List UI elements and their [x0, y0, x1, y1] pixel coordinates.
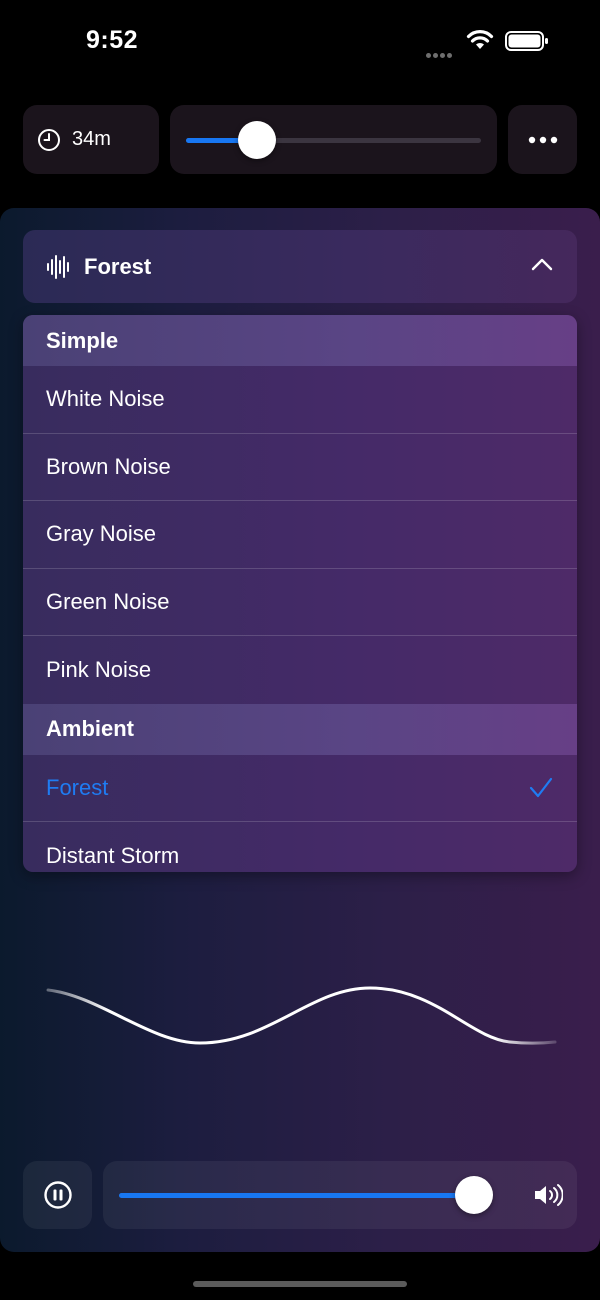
list-item-forest[interactable]: Forest [23, 755, 577, 822]
home-indicator[interactable] [193, 1281, 407, 1287]
pause-button[interactable] [23, 1161, 92, 1229]
checkmark-icon [529, 777, 553, 797]
section-header-ambient: Ambient [23, 703, 577, 755]
status-bar: 9:52 [0, 0, 600, 80]
list-item-white-noise[interactable]: White Noise [23, 366, 577, 434]
option-label: White Noise [46, 386, 165, 412]
current-sound-title: Forest [84, 253, 152, 279]
option-label: Distant Storm [46, 842, 180, 868]
sound-selector-header[interactable]: Forest [23, 230, 577, 303]
speaker-volume-icon [535, 1184, 563, 1206]
timer-label: 34m [72, 128, 111, 150]
volume-slider-track[interactable] [119, 1193, 493, 1198]
main-panel: Forest Simple White Noise Brown Noise Gr… [0, 208, 600, 1252]
option-label: Brown Noise [46, 453, 171, 479]
list-item-distant-storm[interactable]: Distant Storm [23, 822, 577, 872]
pause-icon [43, 1181, 72, 1209]
status-time: 9:52 [86, 26, 139, 54]
option-label: Gray Noise [46, 521, 157, 547]
timer-slider-thumb[interactable] [237, 121, 276, 159]
ellipsis-icon [528, 136, 557, 143]
clock-icon [38, 128, 60, 151]
more-options-button[interactable] [508, 105, 577, 174]
option-label: Forest [46, 774, 109, 800]
volume-slider-fill [119, 1193, 475, 1198]
timer-slider-track[interactable] [186, 138, 481, 143]
option-label: Pink Noise [46, 656, 152, 682]
timer-slider[interactable] [170, 105, 497, 174]
cellular-signal-icon [426, 45, 456, 58]
waveform-icon [47, 254, 69, 279]
chevron-up-icon[interactable] [531, 257, 553, 271]
timer-button[interactable]: 34m [23, 105, 159, 174]
list-item-brown-noise[interactable]: Brown Noise [23, 434, 577, 501]
volume-slider-thumb[interactable] [455, 1176, 494, 1214]
battery-icon [505, 31, 548, 51]
sound-dropdown-list[interactable]: Simple White Noise Brown Noise Gray Nois… [23, 315, 577, 872]
option-label: Green Noise [46, 588, 170, 614]
list-item-gray-noise[interactable]: Gray Noise [23, 501, 577, 569]
section-header-simple: Simple [23, 315, 577, 366]
list-item-green-noise[interactable]: Green Noise [23, 569, 577, 636]
sound-waveform-visual [46, 986, 557, 1045]
volume-slider[interactable] [103, 1161, 577, 1229]
wifi-icon [466, 30, 494, 49]
list-item-pink-noise[interactable]: Pink Noise [23, 636, 577, 704]
